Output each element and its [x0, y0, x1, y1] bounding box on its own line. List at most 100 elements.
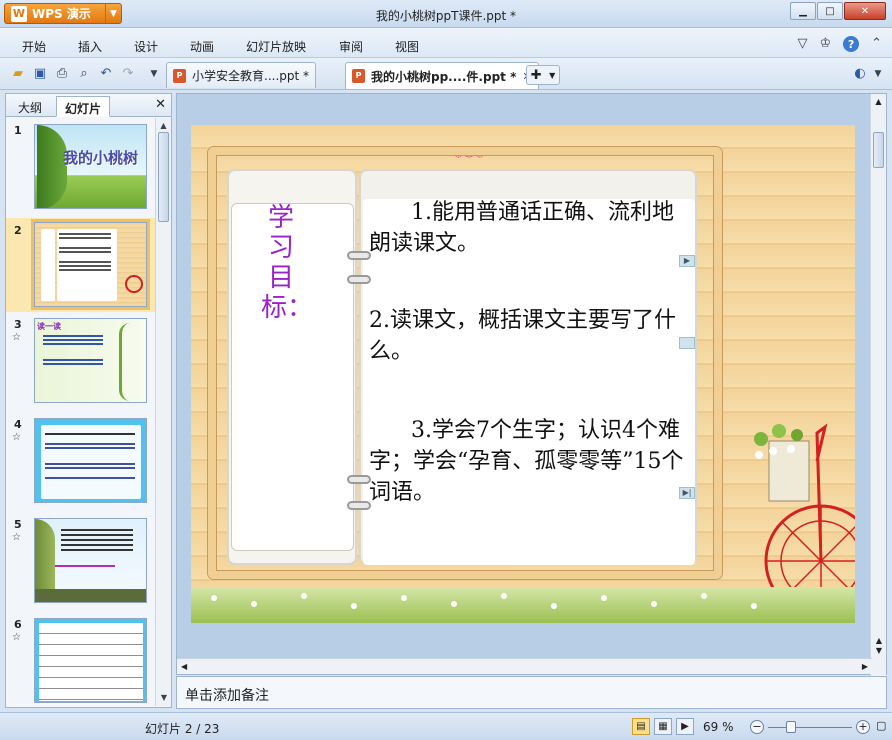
editor-scrollbar-vertical[interactable]: ▲ ▲ ▼: [870, 94, 886, 676]
ppt-file-icon: P: [173, 68, 186, 83]
doc-tab-safety[interactable]: P 小学安全教育....ppt *: [166, 62, 317, 88]
notes-placeholder: 单击添加备注: [185, 688, 269, 704]
print-preview-icon[interactable]: ⌕: [76, 66, 92, 82]
slide-number: 3: [14, 318, 22, 331]
menu-animation[interactable]: 动画: [190, 38, 214, 55]
slide-thumb-1[interactable]: 1 我的小桃树: [6, 124, 156, 214]
slide-thumb-4[interactable]: 4 ☆: [6, 418, 156, 508]
scroll-up-icon[interactable]: ▲: [871, 94, 886, 110]
doc-tab-peach-tree[interactable]: P 我的小桃树pp....件.ppt * ✕: [345, 62, 539, 89]
scroll-thumb[interactable]: [158, 132, 169, 222]
flower-border: [191, 587, 855, 623]
menu-insert[interactable]: 插入: [78, 38, 102, 55]
animation-star-icon: ☆: [12, 332, 21, 343]
animation-star-icon: ☆: [12, 432, 21, 443]
tab-outline[interactable]: 大纲: [10, 96, 50, 117]
editor-scrollbar-horizontal[interactable]: ◀ ▶: [177, 658, 872, 674]
prev-slide-icon[interactable]: ▲ ▼: [871, 636, 887, 656]
slide-number: 4: [14, 418, 22, 431]
zoom-level[interactable]: 69 %: [703, 720, 734, 734]
sync-icon[interactable]: ◐: [852, 66, 868, 82]
menu-view[interactable]: 视图: [395, 38, 419, 55]
filter-icon[interactable]: ▽: [797, 36, 807, 52]
menu-review[interactable]: 审阅: [339, 38, 363, 55]
scroll-right-icon[interactable]: ▶: [862, 662, 868, 671]
notes-pane[interactable]: 单击添加备注: [176, 676, 887, 709]
slide-thumbnail-image: 读一读: [34, 318, 147, 403]
slide-number: 6: [14, 618, 22, 631]
slide-number: 2: [14, 224, 22, 237]
doc-tab-label: 小学安全教育....ppt *: [192, 69, 310, 83]
window-title: 我的小桃树ppT课件.ppt *: [375, 9, 517, 23]
animation-star-icon: ☆: [12, 632, 21, 643]
objective-2[interactable]: 2.读课文，概括课文主要写了什么。: [369, 305, 689, 367]
slide-sorter-button[interactable]: ▦: [654, 718, 672, 735]
zoom-in-button[interactable]: +: [856, 720, 870, 734]
slide-thumb-6[interactable]: 6 ☆: [6, 618, 156, 706]
zoom-out-button[interactable]: −: [750, 720, 764, 734]
close-button[interactable]: ✕: [844, 2, 886, 20]
binder-ring: [347, 275, 371, 284]
plus-icon: ✚: [530, 67, 542, 83]
slides-scrollbar[interactable]: ▲ ▼: [155, 118, 171, 706]
animation-star-icon: ☆: [12, 532, 21, 543]
slideshow-button[interactable]: ▶: [676, 718, 694, 735]
blank-tab-icon: [679, 337, 695, 349]
slides-panel: 大纲 幻灯片 ✕ 1 我的小桃树 2 3 ☆ 读一读 4 ☆ 5 ☆ 6 ☆ ▲…: [5, 93, 172, 708]
slide-side-title[interactable]: 学习目标：: [261, 203, 313, 323]
play-arrow-icon: ▶: [679, 255, 695, 267]
normal-view-button[interactable]: ▤: [632, 718, 650, 735]
redo-icon[interactable]: ↷: [120, 66, 136, 82]
tab-slides[interactable]: 幻灯片: [56, 96, 111, 117]
objective-1[interactable]: 1.能用普通话正确、流利地朗读课文。: [369, 197, 689, 259]
slide-thumb-3[interactable]: 3 ☆ 读一读: [6, 318, 156, 408]
chevron-down-icon: ▼: [549, 70, 556, 80]
open-folder-icon[interactable]: ▰: [10, 66, 26, 82]
binder-ring: [347, 475, 371, 484]
window-controls: ▁ □ ✕: [790, 2, 886, 20]
print-icon[interactable]: ⎙: [54, 66, 70, 82]
chevron-down-icon[interactable]: ▼: [870, 66, 886, 82]
slide-thumbnails: 1 我的小桃树 2 3 ☆ 读一读 4 ☆ 5 ☆ 6 ☆: [6, 118, 156, 706]
zoom-slider-handle[interactable]: [786, 721, 796, 733]
doc-tab-label: 我的小桃树pp....件.ppt *: [371, 69, 517, 84]
close-icon[interactable]: ✕: [155, 97, 166, 112]
new-tab-button[interactable]: ✚ ▼: [526, 65, 560, 85]
current-slide[interactable]: ♠♣♠ 学习目标： 1.能用普通话正确、流利地朗读课文。 2.读课文，概括课文主…: [191, 125, 855, 623]
customize-toolbar-icon[interactable]: ▼: [146, 66, 162, 82]
help-icon[interactable]: ?: [843, 36, 860, 52]
slide-thumbnail-image: [34, 518, 147, 603]
scroll-thumb[interactable]: [873, 132, 884, 168]
expand-icon[interactable]: ⌃: [871, 36, 882, 52]
slide-thumbnail-image: [34, 418, 147, 503]
quick-access-toolbar: ▰ ▣ ⎙ ⌕ ↶ ↷ ▼ P 小学安全教育....ppt * P 我的小桃树p…: [0, 58, 892, 90]
status-bar: 幻灯片 2 / 23 ▤ ▦ ▶ 69 % − + ▢: [0, 712, 892, 740]
save-icon[interactable]: ▣: [32, 66, 48, 82]
objective-3[interactable]: 3.学会7个生字；认识4个难字；学会“孕育、孤零零等”15个词语。: [369, 415, 689, 508]
menu-right-icons: ▽ ♔ ? ⌃: [797, 36, 882, 52]
menu-bar: 开始 插入 设计 动画 幻灯片放映 审阅 视图 ▽ ♔ ? ⌃: [0, 28, 892, 58]
scroll-down-icon[interactable]: ▼: [156, 690, 172, 706]
menu-design[interactable]: 设计: [134, 38, 158, 55]
slide-thumb-2[interactable]: 2: [6, 218, 156, 312]
slide-thumb-title: 我的小桃树: [63, 149, 139, 167]
ppt-file-icon: P: [352, 69, 365, 83]
undo-icon[interactable]: ↶: [98, 66, 114, 82]
title-bar: W WPS 演示 ▼ 我的小桃树ppT课件.ppt * ▁ □ ✕: [0, 0, 892, 28]
menu-slideshow[interactable]: 幻灯片放映: [246, 38, 306, 55]
slide-number: 5: [14, 518, 22, 531]
skip-forward-icon: ▶|: [679, 487, 695, 499]
slide-editor: ♠♣♠ 学习目标： 1.能用普通话正确、流利地朗读课文。 2.读课文，概括课文主…: [176, 93, 887, 676]
shirt-icon[interactable]: ♔: [819, 36, 831, 52]
slide-thumbnail-image: [34, 618, 147, 703]
zoom-slider[interactable]: [768, 727, 852, 728]
minimize-button[interactable]: ▁: [790, 2, 816, 20]
slide-thumbnail-image: [31, 219, 150, 310]
slide-thumb-5[interactable]: 5 ☆: [6, 518, 156, 608]
binder-ring: [347, 251, 371, 260]
scroll-left-icon[interactable]: ◀: [181, 662, 187, 671]
menu-home[interactable]: 开始: [22, 38, 46, 55]
fit-window-icon[interactable]: ▢: [876, 719, 886, 732]
maximize-button[interactable]: □: [817, 2, 843, 20]
slide-thumbnail-image: 我的小桃树: [34, 124, 147, 209]
